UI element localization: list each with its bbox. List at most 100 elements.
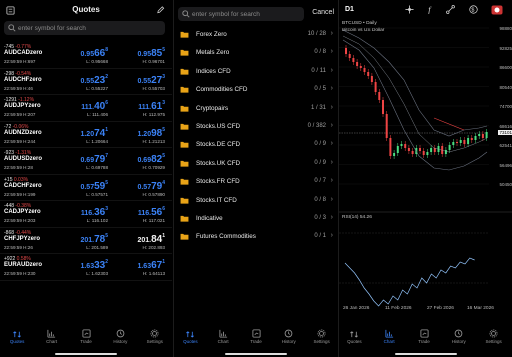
high-price: H: 0.57890 [142,191,165,197]
symbol-icon[interactable]: $ [469,5,478,14]
symbol-search-input[interactable] [192,7,300,21]
band-upper [342,29,488,137]
symbol-group-row[interactable]: Indicative 0 / 3 › [174,210,337,228]
candle-body [485,132,488,138]
indicator-f-icon[interactable]: f [426,5,435,14]
crosshair-icon[interactable] [405,5,414,14]
tab-label: Quotes [9,339,25,344]
group-count: 0 / 9 [314,141,326,148]
candle-body [474,136,477,140]
group-count: 0 / 7 [314,178,326,185]
tab-quotes[interactable]: Quotes [1,327,33,344]
symbol-group-row[interactable]: Stocks.UK CFD 0 / 9 › [174,155,337,173]
tab-settings[interactable]: Settings [480,327,508,344]
group-count: 10 / 28 [307,31,326,37]
low-price: L: 0.95668 [86,59,108,64]
objects-icon[interactable] [446,5,455,14]
quote-row[interactable]: -448 -0.38% CADJPYzero 22:59:59 H:203 116.3… [0,201,172,228]
price-tick-label: 74700 [499,104,512,109]
folder-icon [180,160,189,167]
symbol-groups-panel: Cancel Forex Zero 10 / 28 › Metals Zero 0 / … [173,0,337,357]
folder-icon [180,31,189,38]
ask-price: 0.95855 [137,47,165,59]
date-tick-label: 27 Feb 2026 [427,306,454,311]
chevron-right-icon: › [330,158,333,166]
candle-body [463,140,466,144]
tab-chart[interactable]: Chart [207,327,239,344]
chevron-right-icon: › [330,121,333,129]
candle-body [456,142,458,143]
search-bar[interactable] [4,21,165,35]
symbol-group-row[interactable]: Stocks.US CFD 0 / 382 › [174,118,337,136]
tab-label: History [113,339,128,344]
quote-row[interactable]: +922 0.58% EURAUDzero 22:59:59 H:230 1.6333… [0,254,172,281]
tab-label: Trade [80,339,92,344]
candle-body [356,62,359,66]
ask-price: 1.20985 [137,126,165,139]
quote-row[interactable]: -72 -0.06% AUDNZDzero 22:59:59 H:244 1.2074… [0,122,172,148]
price-tick-label: 92825 [499,45,512,51]
price-chart[interactable]: BTCUSD • Daily Bitcoin vs US Dollar 9888… [339,18,512,316]
quotes-header: Quotes [0,4,172,18]
history-icon [116,329,125,338]
symbol-group-row[interactable]: Stocks.DE CFD 0 / 9 › [174,136,337,154]
ask-price: 0.55273 [137,73,165,86]
bid-price: 0.55232 [80,73,108,86]
symbol-search-bar[interactable] [178,7,304,21]
candle-body [481,134,484,138]
symbol-group-row[interactable]: Metals Zero 0 / 8 › [174,44,337,62]
candle-body [389,138,392,156]
quote-row[interactable]: +15 0.03% CADCHFzero 22:59:59 H:199 0.57595… [0,175,172,201]
bottom-tab-bar: Quotes Chart Trade History Settings [174,327,337,349]
tab-trade[interactable]: Trade [70,327,102,344]
tab-quotes[interactable]: Quotes [340,327,368,344]
symbol-group-row[interactable]: Forex Zero 10 / 28 › [174,26,337,44]
timeframe-button[interactable]: D1 [345,6,354,13]
chevron-right-icon: › [330,48,333,56]
tab-history[interactable]: History [273,327,305,344]
group-name: Stocks.IT CFD [196,196,237,204]
home-indicator [394,353,457,355]
candle-body [430,148,433,152]
trade-shortcut-icon[interactable] [491,5,503,15]
ask-price: 111.613 [138,100,165,112]
symbol-group-row[interactable]: Commodities CFD 0 / 5 › [174,81,337,99]
tab-history[interactable]: History [445,327,473,344]
cancel-button[interactable]: Cancel [312,9,334,16]
symbol-group-row[interactable]: Futures Commodities 0 / 1 › [174,228,337,246]
current-price-tag: 73101 [498,130,512,135]
tab-trade[interactable]: Trade [410,327,438,344]
tab-chart[interactable]: Chart [375,327,403,344]
search-input[interactable] [18,21,158,35]
quote-row[interactable]: -1291 -1.12% AUDJPYzero 22:59:59 H:207 111.… [0,95,172,122]
tab-history[interactable]: History [104,327,136,344]
tab-quotes[interactable]: Quotes [174,327,206,344]
quote-row[interactable]: -868 -0.44% CHFJPYzero 22:59:59 H:26 201.78… [0,228,172,254]
symbol-group-row[interactable]: Cryptopairs 1 / 31 › [174,100,337,118]
tab-settings[interactable]: Settings [139,327,171,344]
search-icon [182,10,190,18]
bid-price: 1.63332 [80,259,108,271]
edit-pencil-icon[interactable] [156,5,165,15]
price-tick-label: 50450 [499,182,512,187]
group-name: Stocks.UK CFD [196,159,241,167]
tab-label: History [281,339,296,344]
tab-trade[interactable]: Trade [240,327,272,344]
tab-chart[interactable]: Chart [36,327,68,344]
quote-row[interactable]: -298 -0.54% AUDCHFzero 22:59:59 H:46 0.5523… [0,69,172,95]
symbol-name: EURAUDzero [4,262,43,268]
date-tick-label: 11 Feb 2026 [385,306,412,311]
tab-settings[interactable]: Settings [306,327,337,344]
symbol-group-row[interactable]: Stocks.FR CFD 0 / 7 › [174,173,337,191]
group-name: Commodities CFD [196,86,248,94]
rsi-label: RSI(14) 54.26 [342,215,372,220]
symbol-group-row[interactable]: Stocks.IT CFD 0 / 8 › [174,192,337,210]
home-indicator [224,353,287,355]
bid-price: 0.69797 [80,153,108,165]
group-name: Metals Zero [196,49,230,57]
symbol-group-row[interactable]: Indices CFD 0 / 11 › [174,63,337,81]
group-count: 0 / 382 [307,122,326,129]
quote-row[interactable]: -745 -0.77% AUDCADzero 22:59:59 H:697 0.956… [0,42,172,69]
band-middle [342,35,488,153]
quote-row[interactable]: -923 -1.31% AUDUSDzero 22:59:59 H:28 0.6979… [0,148,172,175]
